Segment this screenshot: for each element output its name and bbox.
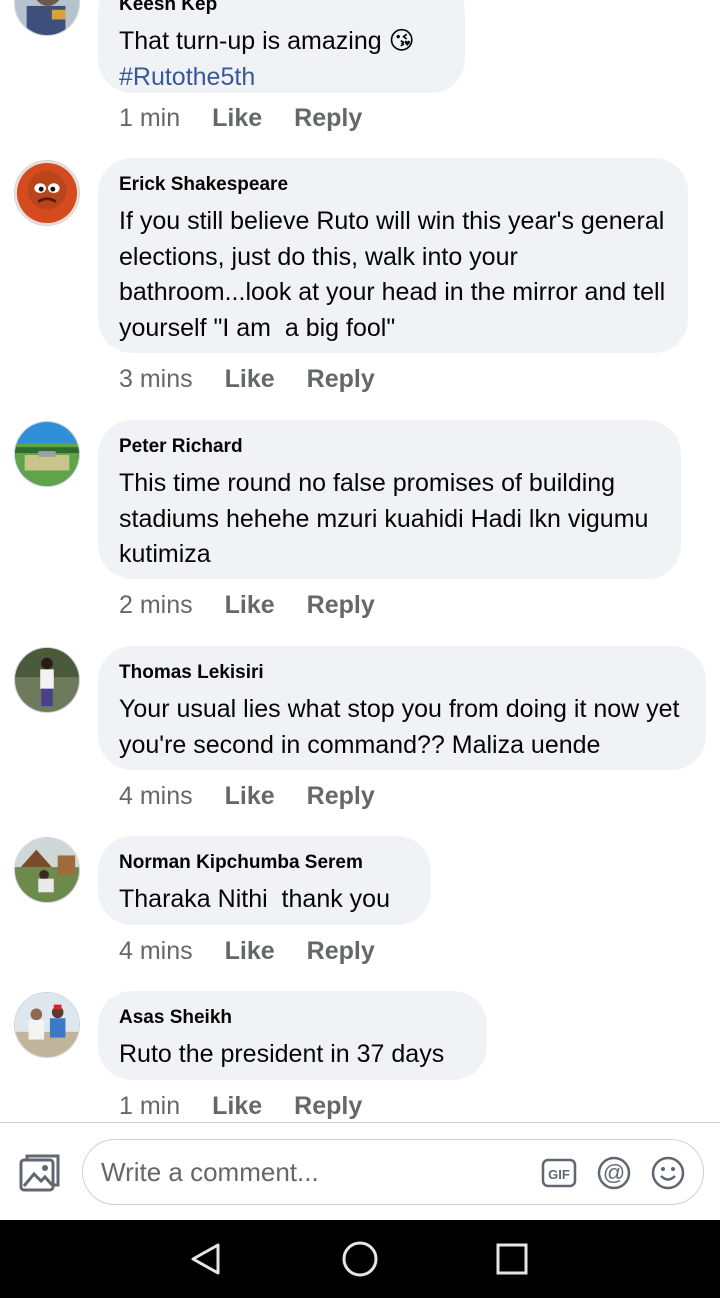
svg-text:@: @ (603, 1160, 625, 1185)
hashtag-link[interactable]: #Rutothe5th (119, 63, 255, 91)
reply-button[interactable]: Reply (307, 782, 375, 811)
recents-button[interactable] (492, 1239, 532, 1279)
system-navigation-bar (0, 1220, 720, 1298)
gif-button[interactable]: GIF (541, 1155, 577, 1191)
avatar[interactable] (14, 421, 80, 487)
comment-author[interactable]: Erick Shakespeare (119, 174, 666, 196)
comment-input-container[interactable]: GIF @ (82, 1139, 704, 1205)
avatar[interactable] (14, 160, 80, 226)
avatar[interactable] (14, 647, 80, 713)
comment-input[interactable] (101, 1152, 521, 1192)
photo-gallery-button[interactable] (18, 1151, 62, 1195)
comment-bubble[interactable]: Norman Kipchumba Serem Tharaka Nithi tha… (98, 836, 431, 925)
comment-text: If you still believe Ruto will win this … (119, 207, 673, 342)
at-mention-icon: @ (597, 1156, 631, 1190)
reply-button[interactable]: Reply (307, 365, 375, 394)
person-standing-avatar-icon (15, 648, 79, 712)
home-circle-icon (342, 1241, 378, 1277)
comment-timestamp[interactable]: 4 mins (119, 782, 193, 811)
comment-author[interactable]: Thomas Lekisiri (119, 662, 684, 684)
comment-author[interactable]: Norman Kipchumba Serem (119, 852, 409, 874)
comment-bubble[interactable]: Erick Shakespeare If you still believe R… (98, 158, 688, 353)
comment-timestamp[interactable]: 4 mins (119, 937, 193, 966)
like-button[interactable]: Like (225, 937, 275, 966)
gif-label: GIF (548, 1167, 570, 1182)
photo-gallery-icon (19, 1154, 60, 1192)
avatar[interactable] (14, 992, 80, 1058)
reply-button[interactable]: Reply (294, 104, 362, 133)
comment-actions: 1 min Like Reply (119, 104, 394, 133)
comment-actions: 4 mins Like Reply (119, 937, 407, 966)
outdoor-person-avatar-icon (15, 838, 79, 902)
comment-author[interactable]: Asas Sheikh (119, 1007, 465, 1029)
emoji-button[interactable] (650, 1155, 686, 1191)
comment-actions: 4 mins Like Reply (119, 782, 407, 811)
comment-text: Your usual lies what stop you from doing… (119, 695, 687, 759)
comment-bubble[interactable]: Thomas Lekisiri Your usual lies what sto… (98, 646, 706, 770)
comment-timestamp[interactable]: 3 mins (119, 365, 193, 394)
comment-bubble[interactable]: Peter Richard This time round no false p… (98, 420, 681, 579)
smiley-icon (651, 1156, 685, 1190)
comments-screen: Keesh Kep That turn-up is amazing 😘 #Ruto… (0, 0, 720, 1298)
like-button[interactable]: Like (225, 591, 275, 620)
comment-text: Ruto the president in 37 days (119, 1040, 445, 1068)
comment-timestamp[interactable]: 1 min (119, 104, 180, 133)
avatar[interactable] (14, 0, 80, 36)
comment-author[interactable]: Peter Richard (119, 436, 659, 458)
avatar[interactable] (14, 837, 80, 903)
group-avatar-icon (15, 993, 79, 1057)
comment-text: That turn-up is amazing 😘 #Rutothe5th (119, 24, 443, 95)
recents-square-icon (496, 1243, 528, 1275)
back-button[interactable] (186, 1239, 226, 1279)
comment-text: Tharaka Nithi thank you (119, 885, 390, 913)
comment-bubble[interactable]: Keesh Kep That turn-up is amazing 😘 #Ruto… (98, 0, 465, 93)
comment-author[interactable]: Keesh Kep (119, 0, 443, 16)
like-button[interactable]: Like (225, 365, 275, 394)
landscape-avatar-icon (15, 422, 79, 486)
comment-timestamp[interactable]: 1 min (119, 1092, 180, 1121)
comment-text: This time round no false promises of bui… (119, 469, 656, 568)
like-button[interactable]: Like (225, 782, 275, 811)
profile-photo-icon (15, 0, 79, 35)
comment-bubble[interactable]: Asas Sheikh Ruto the president in 37 day… (98, 991, 487, 1080)
reply-button[interactable]: Reply (307, 591, 375, 620)
comment-actions: 2 mins Like Reply (119, 591, 407, 620)
back-triangle-icon (191, 1243, 220, 1275)
comment-composer: GIF @ (0, 1122, 720, 1220)
comment-body: That turn-up is amazing 😘 (119, 27, 415, 55)
comment-list[interactable]: Keesh Kep That turn-up is amazing 😘 #Ruto… (0, 0, 720, 1124)
cartoon-face-avatar-icon (15, 161, 79, 225)
mention-button[interactable]: @ (596, 1155, 632, 1191)
comment-actions: 3 mins Like Reply (119, 365, 407, 394)
reply-button[interactable]: Reply (294, 1092, 362, 1121)
like-button[interactable]: Like (212, 1092, 262, 1121)
comment-timestamp[interactable]: 2 mins (119, 591, 193, 620)
home-button[interactable] (340, 1239, 380, 1279)
like-button[interactable]: Like (212, 104, 262, 133)
gif-icon: GIF (541, 1158, 577, 1188)
reply-button[interactable]: Reply (307, 937, 375, 966)
comment-actions: 1 min Like Reply (119, 1092, 394, 1121)
